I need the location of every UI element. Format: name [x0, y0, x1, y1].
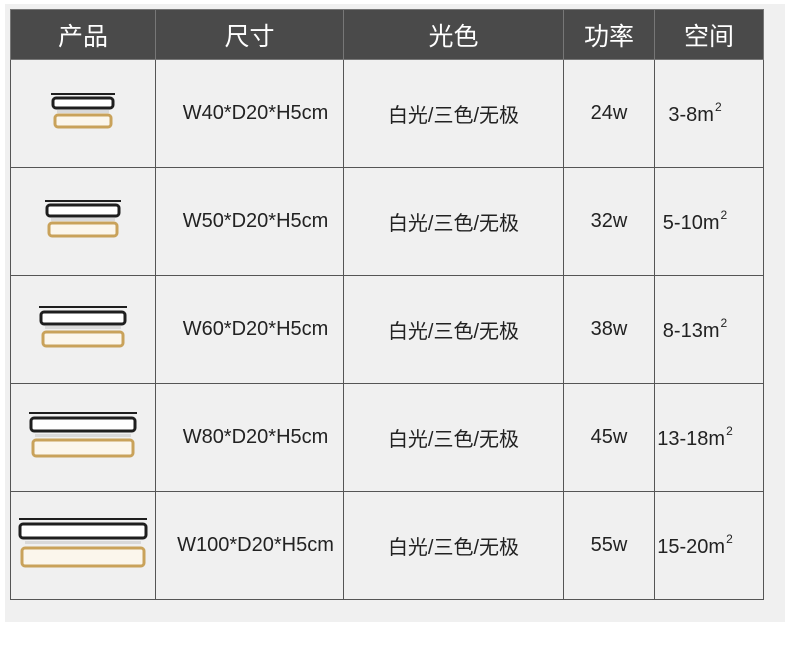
size-cell: W50*D20*H5cm: [155, 167, 344, 276]
size-cell: W100*D20*H5cm: [155, 491, 344, 600]
table-row: W40*D20*H5cm 白光/三色/无极 24w 3-8m2: [10, 59, 764, 168]
header-light-color: 光色: [343, 9, 564, 60]
table-row: W50*D20*H5cm 白光/三色/无极 32w 5-10m2: [10, 167, 764, 276]
space-value: 3-8m: [668, 104, 714, 126]
size-cell: W40*D20*H5cm: [155, 59, 344, 168]
lamp-80-image: [29, 411, 137, 457]
header-row: 产品 尺寸 光色 功率 空间: [10, 9, 764, 60]
lamp-100-image: [18, 517, 148, 567]
power-cell: 55w: [563, 491, 655, 600]
space-cell: 5-10m2: [654, 167, 764, 276]
light-color-cell: 白光/三色/无极: [343, 383, 564, 492]
power-cell: 38w: [563, 275, 655, 384]
space-unit-sup: 2: [714, 100, 722, 114]
header-space: 空间: [654, 9, 764, 60]
product-image-cell: [10, 275, 156, 384]
size-cell: W80*D20*H5cm: [155, 383, 344, 492]
size-cell: W60*D20*H5cm: [155, 275, 344, 384]
table-row: W80*D20*H5cm 白光/三色/无极 45w 13-18m2: [10, 383, 764, 492]
space-unit-sup: 2: [720, 316, 728, 330]
header-power: 功率: [563, 9, 655, 60]
space-cell: 15-20m2: [654, 491, 764, 600]
light-color-cell: 白光/三色/无极: [343, 167, 564, 276]
space-unit-sup: 2: [720, 208, 728, 222]
power-cell: 45w: [563, 383, 655, 492]
product-image-cell: [10, 383, 156, 492]
spec-table: 产品 尺寸 光色 功率 空间 W40*D20*H5cm 白光/三色/无极 24w…: [10, 9, 764, 600]
space-cell: 8-13m2: [654, 275, 764, 384]
space-cell: 13-18m2: [654, 383, 764, 492]
lamp-50-image: [45, 199, 121, 237]
lamp-40-image: [51, 92, 115, 128]
spec-sheet: 产品 尺寸 光色 功率 空间 W40*D20*H5cm 白光/三色/无极 24w…: [5, 4, 785, 622]
light-color-cell: 白光/三色/无极: [343, 491, 564, 600]
space-unit-sup: 2: [726, 424, 733, 438]
lamp-60-image: [39, 305, 127, 347]
space-value: 8-13m: [662, 320, 720, 342]
space-cell: 3-8m2: [654, 59, 764, 168]
space-unit-sup: 2: [726, 532, 733, 546]
space-value: 13-18m: [657, 428, 726, 450]
light-color-cell: 白光/三色/无极: [343, 59, 564, 168]
power-cell: 24w: [563, 59, 655, 168]
product-image-cell: [10, 491, 156, 600]
product-image-cell: [10, 59, 156, 168]
space-value: 15-20m: [657, 536, 726, 558]
space-value: 5-10m: [662, 212, 720, 234]
header-product: 产品: [10, 9, 156, 60]
power-cell: 32w: [563, 167, 655, 276]
table-row: W60*D20*H5cm 白光/三色/无极 38w 8-13m2: [10, 275, 764, 384]
table-row: W100*D20*H5cm 白光/三色/无极 55w 15-20m2: [10, 491, 764, 600]
light-color-cell: 白光/三色/无极: [343, 275, 564, 384]
header-size: 尺寸: [155, 9, 344, 60]
product-image-cell: [10, 167, 156, 276]
